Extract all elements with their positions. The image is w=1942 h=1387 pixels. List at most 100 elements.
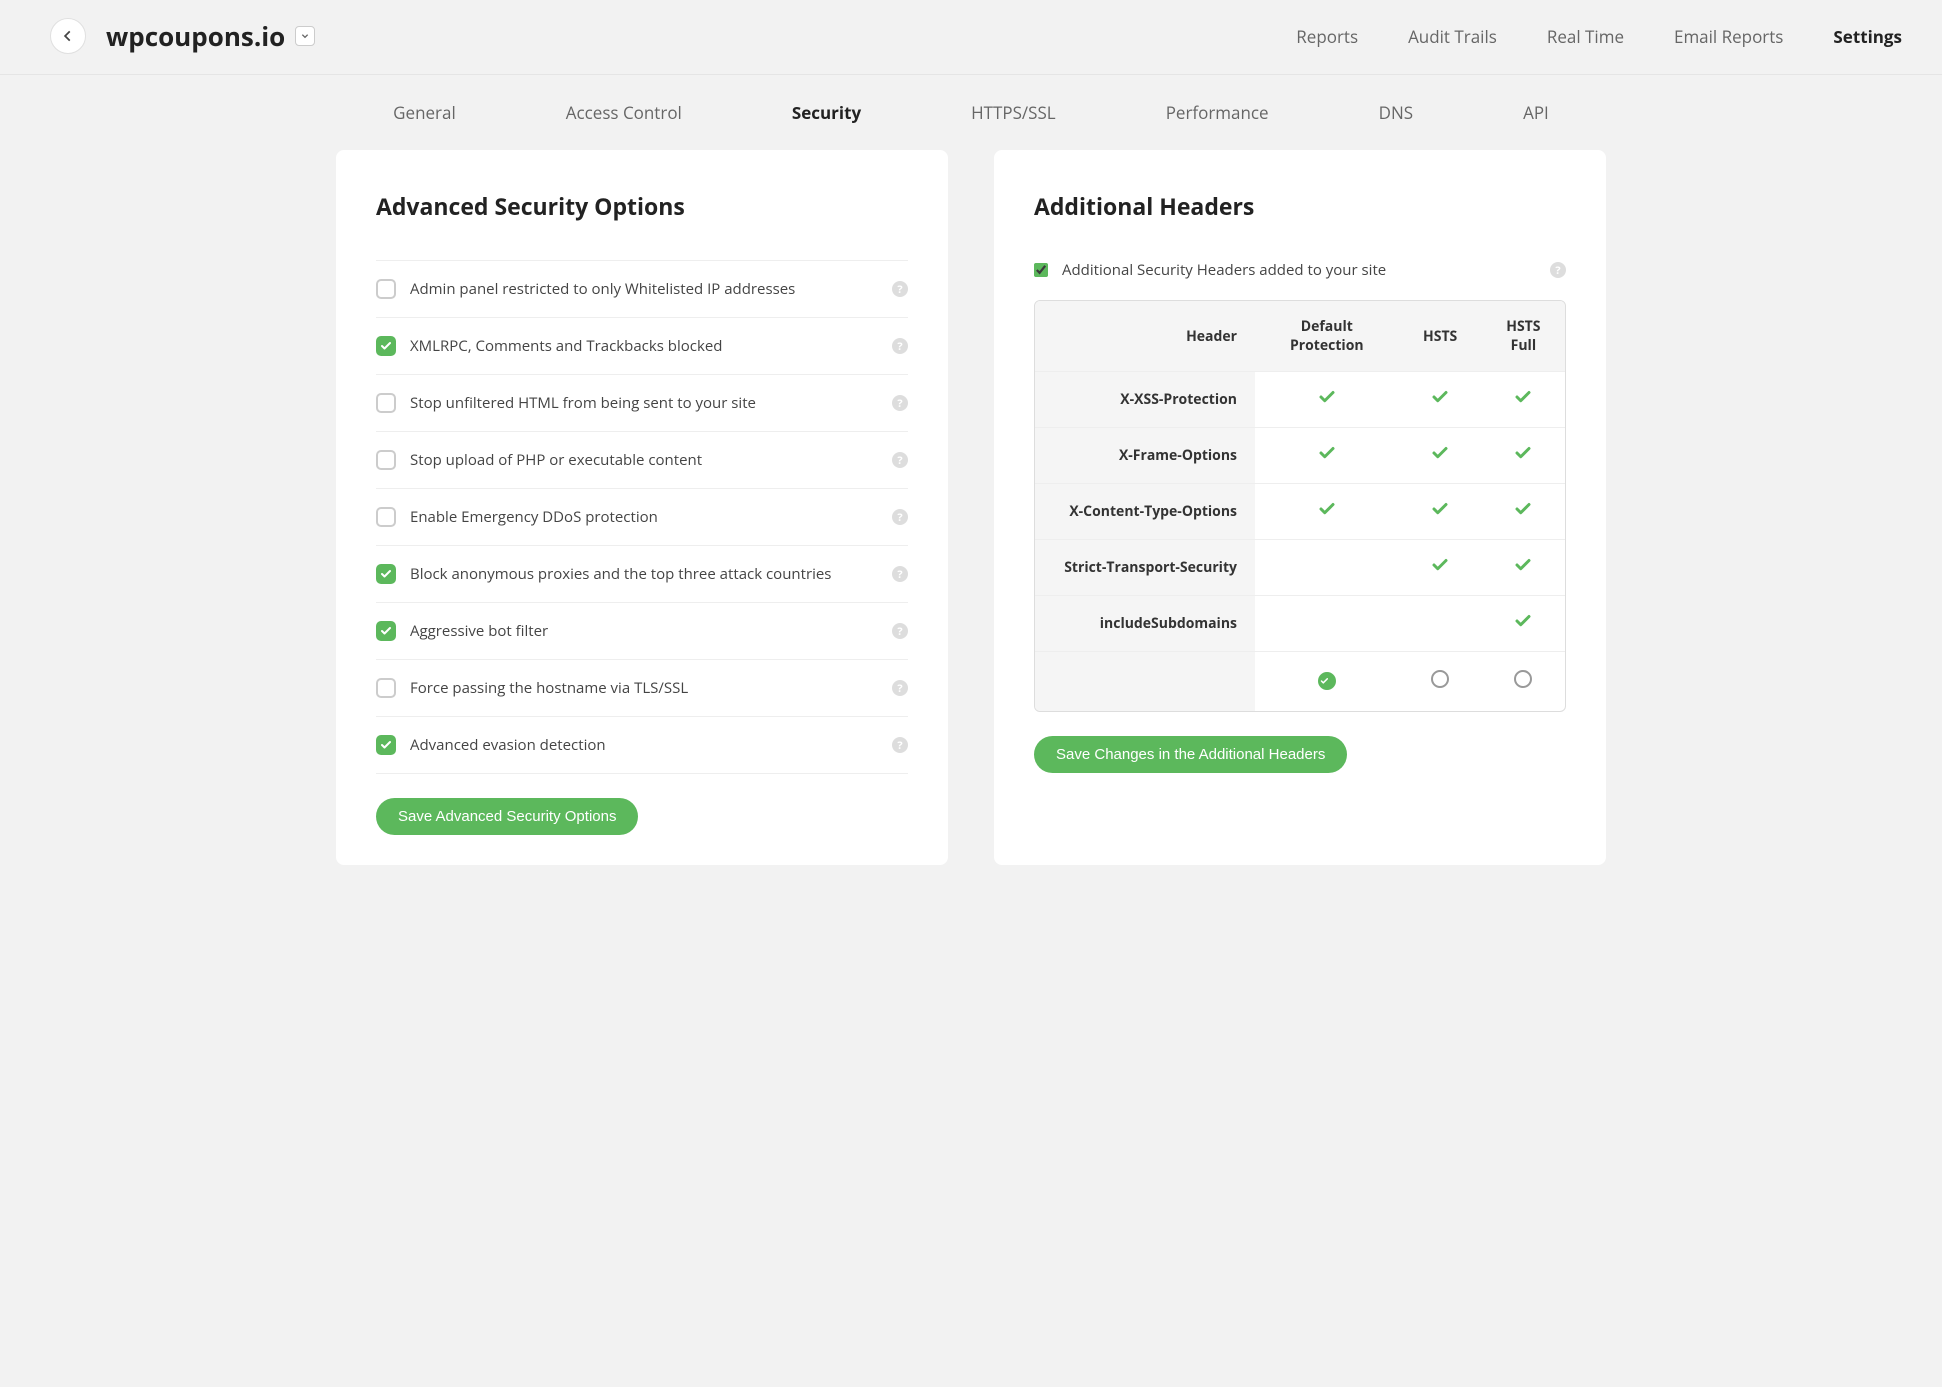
security-option-checkbox[interactable] bbox=[376, 450, 396, 470]
headers-toggle-checkbox[interactable] bbox=[1034, 263, 1048, 277]
subnav-item-api[interactable]: API bbox=[1523, 101, 1549, 124]
subnav-item-dns[interactable]: DNS bbox=[1379, 101, 1413, 124]
headers-column-radio[interactable] bbox=[1514, 670, 1532, 688]
security-option-row: Block anonymous proxies and the top thre… bbox=[376, 545, 908, 602]
check-icon bbox=[1512, 504, 1534, 523]
help-icon[interactable]: ? bbox=[892, 281, 908, 297]
subnav-item-performance[interactable]: Performance bbox=[1166, 101, 1269, 124]
headers-column-header: HSTSFull bbox=[1482, 301, 1565, 372]
security-option-label: Admin panel restricted to only Whitelist… bbox=[410, 279, 892, 299]
headers-card: Additional Headers Additional Security H… bbox=[994, 150, 1606, 865]
check-icon bbox=[1429, 448, 1451, 467]
check-icon bbox=[1512, 392, 1534, 411]
topnav-item-audit-trails[interactable]: Audit Trails bbox=[1408, 25, 1497, 48]
security-option-label: Stop upload of PHP or executable content bbox=[410, 450, 892, 470]
check-icon bbox=[1512, 448, 1534, 467]
headers-column-header: HSTS bbox=[1399, 301, 1482, 372]
headers-row-label bbox=[1035, 652, 1255, 712]
security-option-checkbox[interactable] bbox=[376, 507, 396, 527]
help-icon[interactable]: ? bbox=[892, 566, 908, 582]
security-option-label: Advanced evasion detection bbox=[410, 735, 892, 755]
security-option-row: Stop unfiltered HTML from being sent to … bbox=[376, 374, 908, 431]
security-option-checkbox[interactable] bbox=[376, 735, 396, 755]
security-option-label: Force passing the hostname via TLS/SSL bbox=[410, 678, 892, 698]
back-button[interactable] bbox=[50, 18, 86, 54]
check-icon bbox=[1316, 504, 1338, 523]
headers-cell bbox=[1255, 484, 1399, 540]
headers-row-label: X-Content-Type-Options bbox=[1035, 484, 1255, 540]
security-option-label: Enable Emergency DDoS protection bbox=[410, 507, 892, 527]
security-option-row: Force passing the hostname via TLS/SSL? bbox=[376, 659, 908, 716]
save-security-button[interactable]: Save Advanced Security Options bbox=[376, 798, 638, 835]
headers-cell bbox=[1255, 596, 1399, 652]
save-headers-button[interactable]: Save Changes in the Additional Headers bbox=[1034, 736, 1347, 773]
headers-toggle-row: Additional Security Headers added to you… bbox=[1034, 260, 1566, 280]
security-option-label: Stop unfiltered HTML from being sent to … bbox=[410, 393, 892, 413]
headers-toggle-label: Additional Security Headers added to you… bbox=[1062, 260, 1550, 280]
headers-cell bbox=[1399, 428, 1482, 484]
headers-column-radio[interactable] bbox=[1431, 670, 1449, 688]
topbar: wpcoupons.io ReportsAudit TrailsReal Tim… bbox=[0, 0, 1942, 75]
topnav-item-email-reports[interactable]: Email Reports bbox=[1674, 25, 1783, 48]
headers-title: Additional Headers bbox=[1034, 190, 1566, 222]
content: Advanced Security Options Admin panel re… bbox=[326, 150, 1616, 885]
headers-cell bbox=[1482, 372, 1565, 428]
headers-row-label: X-XSS-Protection bbox=[1035, 372, 1255, 428]
security-option-checkbox[interactable] bbox=[376, 279, 396, 299]
headers-row-label: Strict-Transport-Security bbox=[1035, 540, 1255, 596]
help-icon[interactable]: ? bbox=[892, 509, 908, 525]
help-icon[interactable]: ? bbox=[892, 395, 908, 411]
security-card: Advanced Security Options Admin panel re… bbox=[336, 150, 948, 865]
security-title: Advanced Security Options bbox=[376, 190, 908, 222]
topnav: Reports Audit Trails Real Time Email Report… bbox=[1296, 25, 1902, 48]
headers-column-radio[interactable] bbox=[1318, 672, 1336, 690]
subnav-item-general[interactable]: General bbox=[393, 101, 456, 124]
security-option-row: Stop upload of PHP or executable content… bbox=[376, 431, 908, 488]
headers-column-header: DefaultProtection bbox=[1255, 301, 1399, 372]
security-option-checkbox[interactable] bbox=[376, 336, 396, 356]
security-option-checkbox[interactable] bbox=[376, 678, 396, 698]
headers-table: HeaderDefaultProtectionHSTSHSTSFullX-XSS… bbox=[1034, 300, 1566, 712]
arrow-left-icon bbox=[61, 29, 75, 43]
headers-radio-cell bbox=[1399, 652, 1482, 712]
security-option-row: Admin panel restricted to only Whitelist… bbox=[376, 260, 908, 317]
subnav: General Access Control Security HTTPS/SSL Pe… bbox=[0, 75, 1942, 150]
headers-cell bbox=[1399, 372, 1482, 428]
help-icon[interactable]: ? bbox=[1550, 262, 1566, 278]
headers-cell bbox=[1399, 540, 1482, 596]
topnav-item-real-time[interactable]: Real Time bbox=[1547, 25, 1624, 48]
security-option-label: Block anonymous proxies and the top thre… bbox=[410, 564, 892, 584]
help-icon[interactable]: ? bbox=[892, 452, 908, 468]
subnav-item-access-control[interactable]: Access Control bbox=[566, 101, 682, 124]
security-option-label: XMLRPC, Comments and Trackbacks blocked bbox=[410, 336, 892, 356]
subnav-item-security[interactable]: Security bbox=[792, 101, 861, 124]
security-option-label: Aggressive bot filter bbox=[410, 621, 892, 641]
check-icon bbox=[1316, 448, 1338, 467]
subnav-item-https-ssl[interactable]: HTTPS/SSL bbox=[971, 101, 1056, 124]
help-icon[interactable]: ? bbox=[892, 623, 908, 639]
headers-cell bbox=[1482, 596, 1565, 652]
security-option-row: Aggressive bot filter? bbox=[376, 602, 908, 659]
check-icon bbox=[1316, 392, 1338, 411]
check-icon bbox=[1429, 504, 1451, 523]
check-icon bbox=[1429, 560, 1451, 579]
headers-cell bbox=[1255, 540, 1399, 596]
headers-radio-cell bbox=[1482, 652, 1565, 712]
check-icon bbox=[1512, 616, 1534, 635]
headers-cell bbox=[1399, 484, 1482, 540]
site-dropdown-toggle[interactable] bbox=[295, 26, 315, 46]
topnav-item-settings[interactable]: Settings bbox=[1833, 25, 1902, 48]
check-icon bbox=[1429, 392, 1451, 411]
help-icon[interactable]: ? bbox=[892, 680, 908, 696]
headers-cell bbox=[1399, 596, 1482, 652]
check-icon bbox=[1512, 560, 1534, 579]
security-option-row: Enable Emergency DDoS protection? bbox=[376, 488, 908, 545]
security-option-checkbox[interactable] bbox=[376, 621, 396, 641]
security-option-checkbox[interactable] bbox=[376, 393, 396, 413]
help-icon[interactable]: ? bbox=[892, 338, 908, 354]
help-icon[interactable]: ? bbox=[892, 737, 908, 753]
headers-row-label: includeSubdomains bbox=[1035, 596, 1255, 652]
security-option-checkbox[interactable] bbox=[376, 564, 396, 584]
headers-radio-cell bbox=[1255, 652, 1399, 712]
topnav-item-reports[interactable]: Reports bbox=[1296, 25, 1358, 48]
